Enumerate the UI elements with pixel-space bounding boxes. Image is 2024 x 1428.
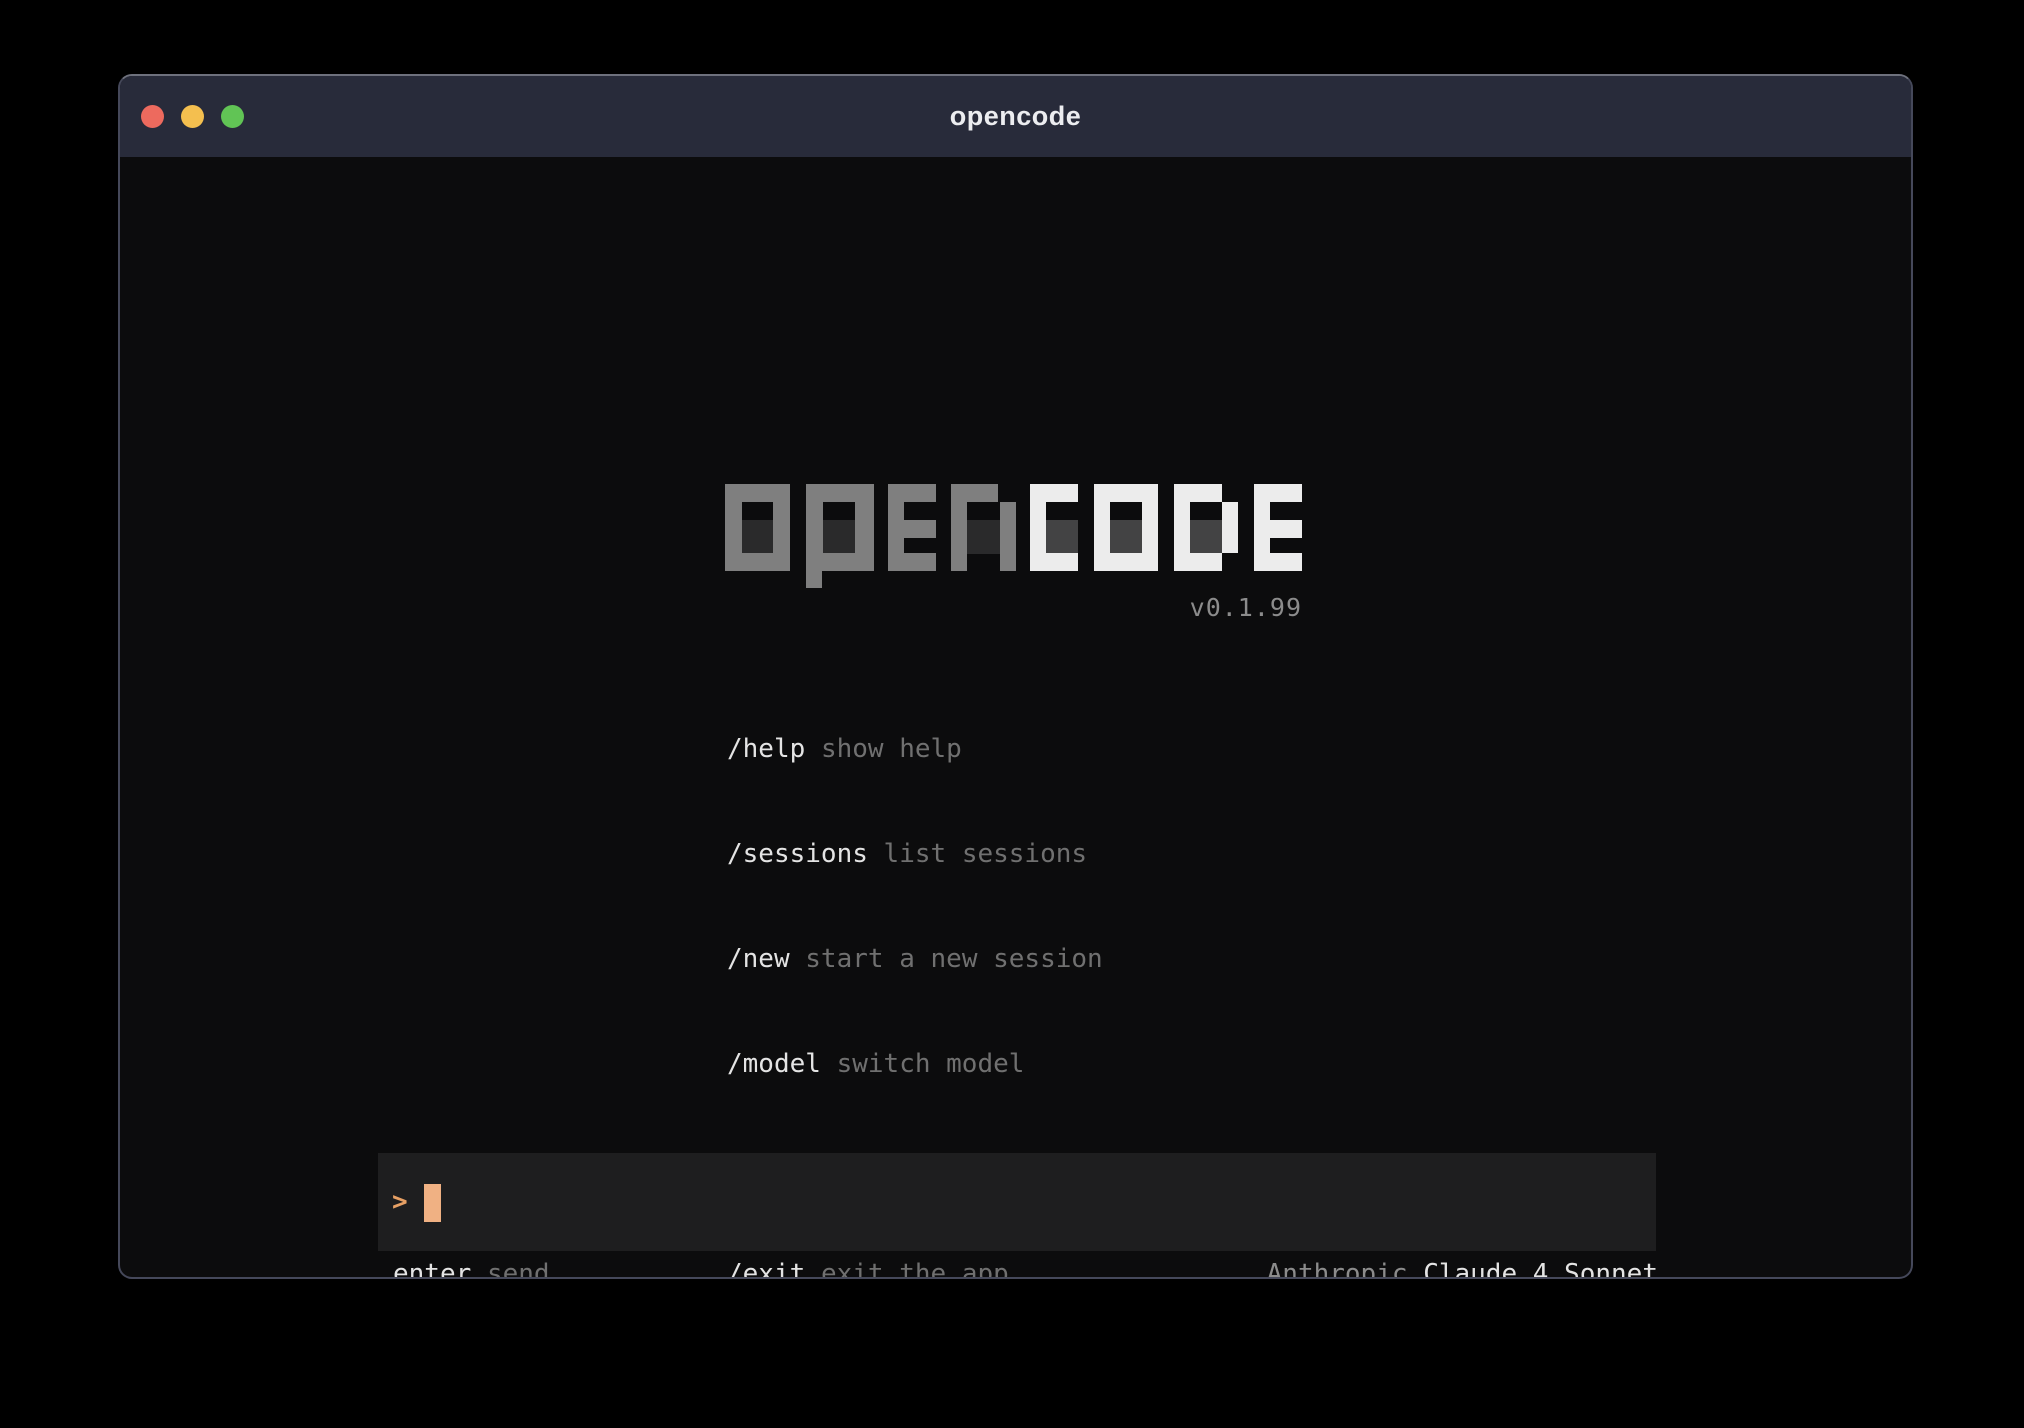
command-name: /sessions — [727, 839, 868, 869]
command-name: /help — [727, 734, 805, 764]
command-description: start a new session — [790, 944, 1103, 974]
model-label: Claude 4 Sonnet — [1408, 1259, 1658, 1279]
command-row: /new start a new session — [727, 942, 1103, 977]
command-row: /help show help — [727, 732, 1103, 767]
zoom-button[interactable] — [221, 105, 244, 128]
terminal-content: v0.1.99 /help show help /sessions list s… — [120, 157, 1911, 1279]
minimize-button[interactable] — [181, 105, 204, 128]
command-row: /model switch model — [727, 1047, 1103, 1082]
command-row: /sessions list sessions — [727, 837, 1103, 872]
prompt-chevron-icon: > — [392, 1187, 408, 1217]
traffic-lights — [141, 76, 244, 157]
opencode-logo-pixels — [725, 484, 1302, 588]
window-title: opencode — [950, 101, 1082, 132]
command-name: /model — [727, 1049, 821, 1079]
prompt-input[interactable]: > — [378, 1153, 1656, 1251]
command-name: /new — [727, 944, 790, 974]
close-button[interactable] — [141, 105, 164, 128]
status-bar: enter send Anthropic Claude 4 Sonnet — [378, 1259, 1658, 1279]
text-cursor — [424, 1184, 441, 1222]
model-indicator: Anthropic Claude 4 Sonnet — [1267, 1259, 1658, 1279]
command-description: switch model — [821, 1049, 1025, 1079]
enter-key-label: enter — [393, 1259, 471, 1279]
send-action-label: send — [471, 1259, 549, 1279]
opencode-window: opencode — [118, 74, 1913, 1279]
keybind-hint: enter send — [393, 1259, 550, 1279]
titlebar[interactable]: opencode — [120, 76, 1911, 157]
command-description: list sessions — [868, 839, 1087, 869]
command-description: show help — [805, 734, 962, 764]
version-label: v0.1.99 — [725, 593, 1302, 622]
opencode-logo — [725, 484, 1302, 588]
provider-label: Anthropic — [1267, 1259, 1408, 1279]
